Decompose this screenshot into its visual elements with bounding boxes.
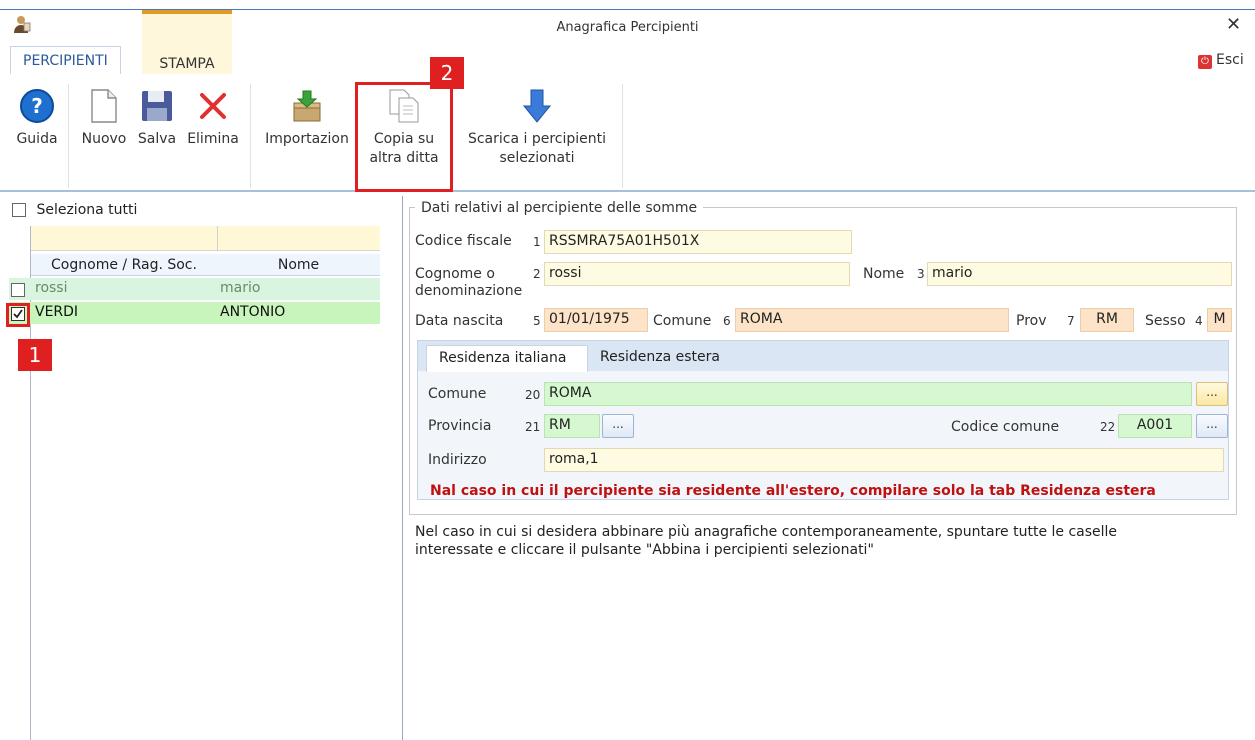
grid-filter-row[interactable] <box>31 226 380 251</box>
ribbon-tab-bar: PERCIPIENTI STAMPA ⏻ Esci <box>0 10 1255 74</box>
column-header-cognome[interactable]: Cognome / Rag. Soc. <box>31 257 217 273</box>
codice-fiscale-label: Codice fiscale <box>415 233 512 249</box>
info-line-1: Nel caso in cui si desidera abbinare più… <box>415 524 1118 540</box>
select-all-label: Seleziona tutti <box>36 202 138 218</box>
scarica-label-2: selezionati <box>499 150 575 166</box>
field-number: 21 <box>525 420 541 434</box>
power-icon: ⏻ <box>1198 55 1212 69</box>
field-number: 20 <box>525 388 541 402</box>
ribbon-toolbar: ? Guida Nuovo Salva Elimina Importazion … <box>0 74 1255 192</box>
field-number: 1 <box>533 235 541 249</box>
elimina-label: Elimina <box>187 131 239 147</box>
res-provincia-label: Provincia <box>428 418 492 434</box>
new-document-icon <box>76 86 132 126</box>
comune-nascita-label: Comune <box>653 313 712 329</box>
salva-button[interactable]: Salva <box>134 86 180 149</box>
percipiente-detail-panel: Dati relativi al percipiente delle somme… <box>405 196 1255 740</box>
highlight-box-1 <box>6 303 30 327</box>
panel-divider <box>402 196 403 740</box>
row-checkbox[interactable] <box>11 283 25 297</box>
ribbon-separator <box>68 84 69 188</box>
select-all-row[interactable]: Seleziona tutti <box>12 202 137 218</box>
step-badge-2: 2 <box>430 57 464 89</box>
residenza-tab-bar: Residenza italiana Residenza estera <box>418 341 1228 372</box>
step-badge-1: 1 <box>18 339 52 371</box>
field-number: 6 <box>723 314 731 328</box>
field-number: 4 <box>1195 314 1203 328</box>
sesso-field[interactable]: M <box>1207 308 1232 332</box>
grid-header: Cognome / Rag. Soc. Nome <box>31 254 380 276</box>
row-nome: mario <box>220 280 261 296</box>
field-number: 5 <box>533 314 541 328</box>
download-arrow-icon <box>458 86 616 126</box>
percipienti-grid: Cognome / Rag. Soc. Nome rossi mario VER… <box>9 226 380 740</box>
res-provincia-field[interactable]: RM <box>544 414 600 438</box>
highlight-box-2 <box>355 82 453 192</box>
column-header-nome[interactable]: Nome <box>217 257 380 273</box>
res-comune-label: Comune <box>428 386 487 402</box>
field-number: 7 <box>1067 314 1075 328</box>
delete-x-icon <box>184 86 242 126</box>
indirizzo-label: Indirizzo <box>428 452 487 468</box>
comune-lookup-button[interactable]: ... <box>1196 382 1228 406</box>
svg-text:?: ? <box>31 94 43 118</box>
codice-fiscale-field[interactable]: RSSMRA75A01H501X <box>544 230 852 254</box>
import-box-icon <box>258 86 356 126</box>
exit-label: Esci <box>1216 52 1244 68</box>
field-number: 22 <box>1100 420 1116 434</box>
filter-divider <box>217 226 218 251</box>
prov-field[interactable]: RM <box>1080 308 1134 332</box>
nome-field[interactable]: mario <box>927 262 1232 286</box>
nuovo-button[interactable]: Nuovo <box>76 86 132 149</box>
table-row[interactable]: rossi mario <box>9 278 380 300</box>
sesso-label: Sesso <box>1145 313 1186 329</box>
select-all-checkbox[interactable] <box>12 203 26 217</box>
nome-label: Nome <box>863 266 905 282</box>
data-nascita-label: Data nascita <box>415 313 504 329</box>
save-disk-icon <box>134 86 180 126</box>
prov-label: Prov <box>1016 313 1047 329</box>
ribbon-separator <box>622 84 623 188</box>
info-line-2: interessate e cliccare il pulsante "Abbi… <box>415 542 874 558</box>
tab-stampa[interactable]: STAMPA <box>142 10 232 74</box>
codice-comune-label: Codice comune <box>951 419 1060 435</box>
scarica-label-1: Scarica i percipienti <box>467 131 607 147</box>
elimina-button[interactable]: Elimina <box>184 86 242 149</box>
salva-label: Salva <box>137 131 177 147</box>
indirizzo-field[interactable]: roma,1 <box>544 448 1224 472</box>
guida-button[interactable]: ? Guida <box>12 86 62 149</box>
percipienti-list-panel: Seleziona tutti Cognome / Rag. Soc. Nome… <box>6 196 403 740</box>
field-number: 3 <box>917 267 925 281</box>
cognome-label-1: Cognome o <box>415 266 495 282</box>
codice-comune-lookup-button[interactable]: ... <box>1196 414 1228 438</box>
ribbon-separator <box>250 84 251 188</box>
res-comune-field[interactable]: ROMA <box>544 382 1192 406</box>
importazione-button[interactable]: Importazion <box>258 86 356 149</box>
cognome-field[interactable]: rossi <box>544 262 850 286</box>
section-title: Dati relativi al percipiente delle somme <box>415 200 704 216</box>
field-number: 2 <box>533 267 541 281</box>
residenza-warning: Nal caso in cui il percipiente sia resid… <box>430 483 1156 499</box>
tab-percipienti[interactable]: PERCIPIENTI <box>10 46 121 74</box>
row-nome: ANTONIO <box>220 304 286 320</box>
tab-residenza-estera[interactable]: Residenza estera <box>600 349 720 365</box>
guida-label: Guida <box>16 131 58 147</box>
nuovo-label: Nuovo <box>81 131 127 147</box>
data-nascita-field[interactable]: 01/01/1975 <box>544 308 648 332</box>
row-cognome: VERDI <box>35 304 79 320</box>
help-icon: ? <box>12 86 62 126</box>
table-row[interactable]: VERDI ANTONIO <box>9 302 380 324</box>
comune-nascita-field[interactable]: ROMA <box>735 308 1009 332</box>
info-text: Nel caso in cui si desidera abbinare più… <box>415 523 1215 559</box>
importazione-label: Importazion <box>265 131 349 147</box>
exit-button[interactable]: ⏻ Esci <box>1198 52 1244 69</box>
residenza-section: Residenza italiana Residenza estera Comu… <box>417 340 1229 500</box>
close-window-button[interactable]: ✕ <box>1226 14 1241 35</box>
tab-residenza-italiana[interactable]: Residenza italiana <box>426 345 588 372</box>
codice-comune-field[interactable]: A001 <box>1118 414 1192 438</box>
row-cognome: rossi <box>35 280 68 296</box>
scarica-percipienti-button[interactable]: Scarica i percipienti selezionati <box>458 86 616 168</box>
cognome-label-2: denominazione <box>415 283 523 299</box>
provincia-lookup-button[interactable]: ... <box>602 414 634 438</box>
